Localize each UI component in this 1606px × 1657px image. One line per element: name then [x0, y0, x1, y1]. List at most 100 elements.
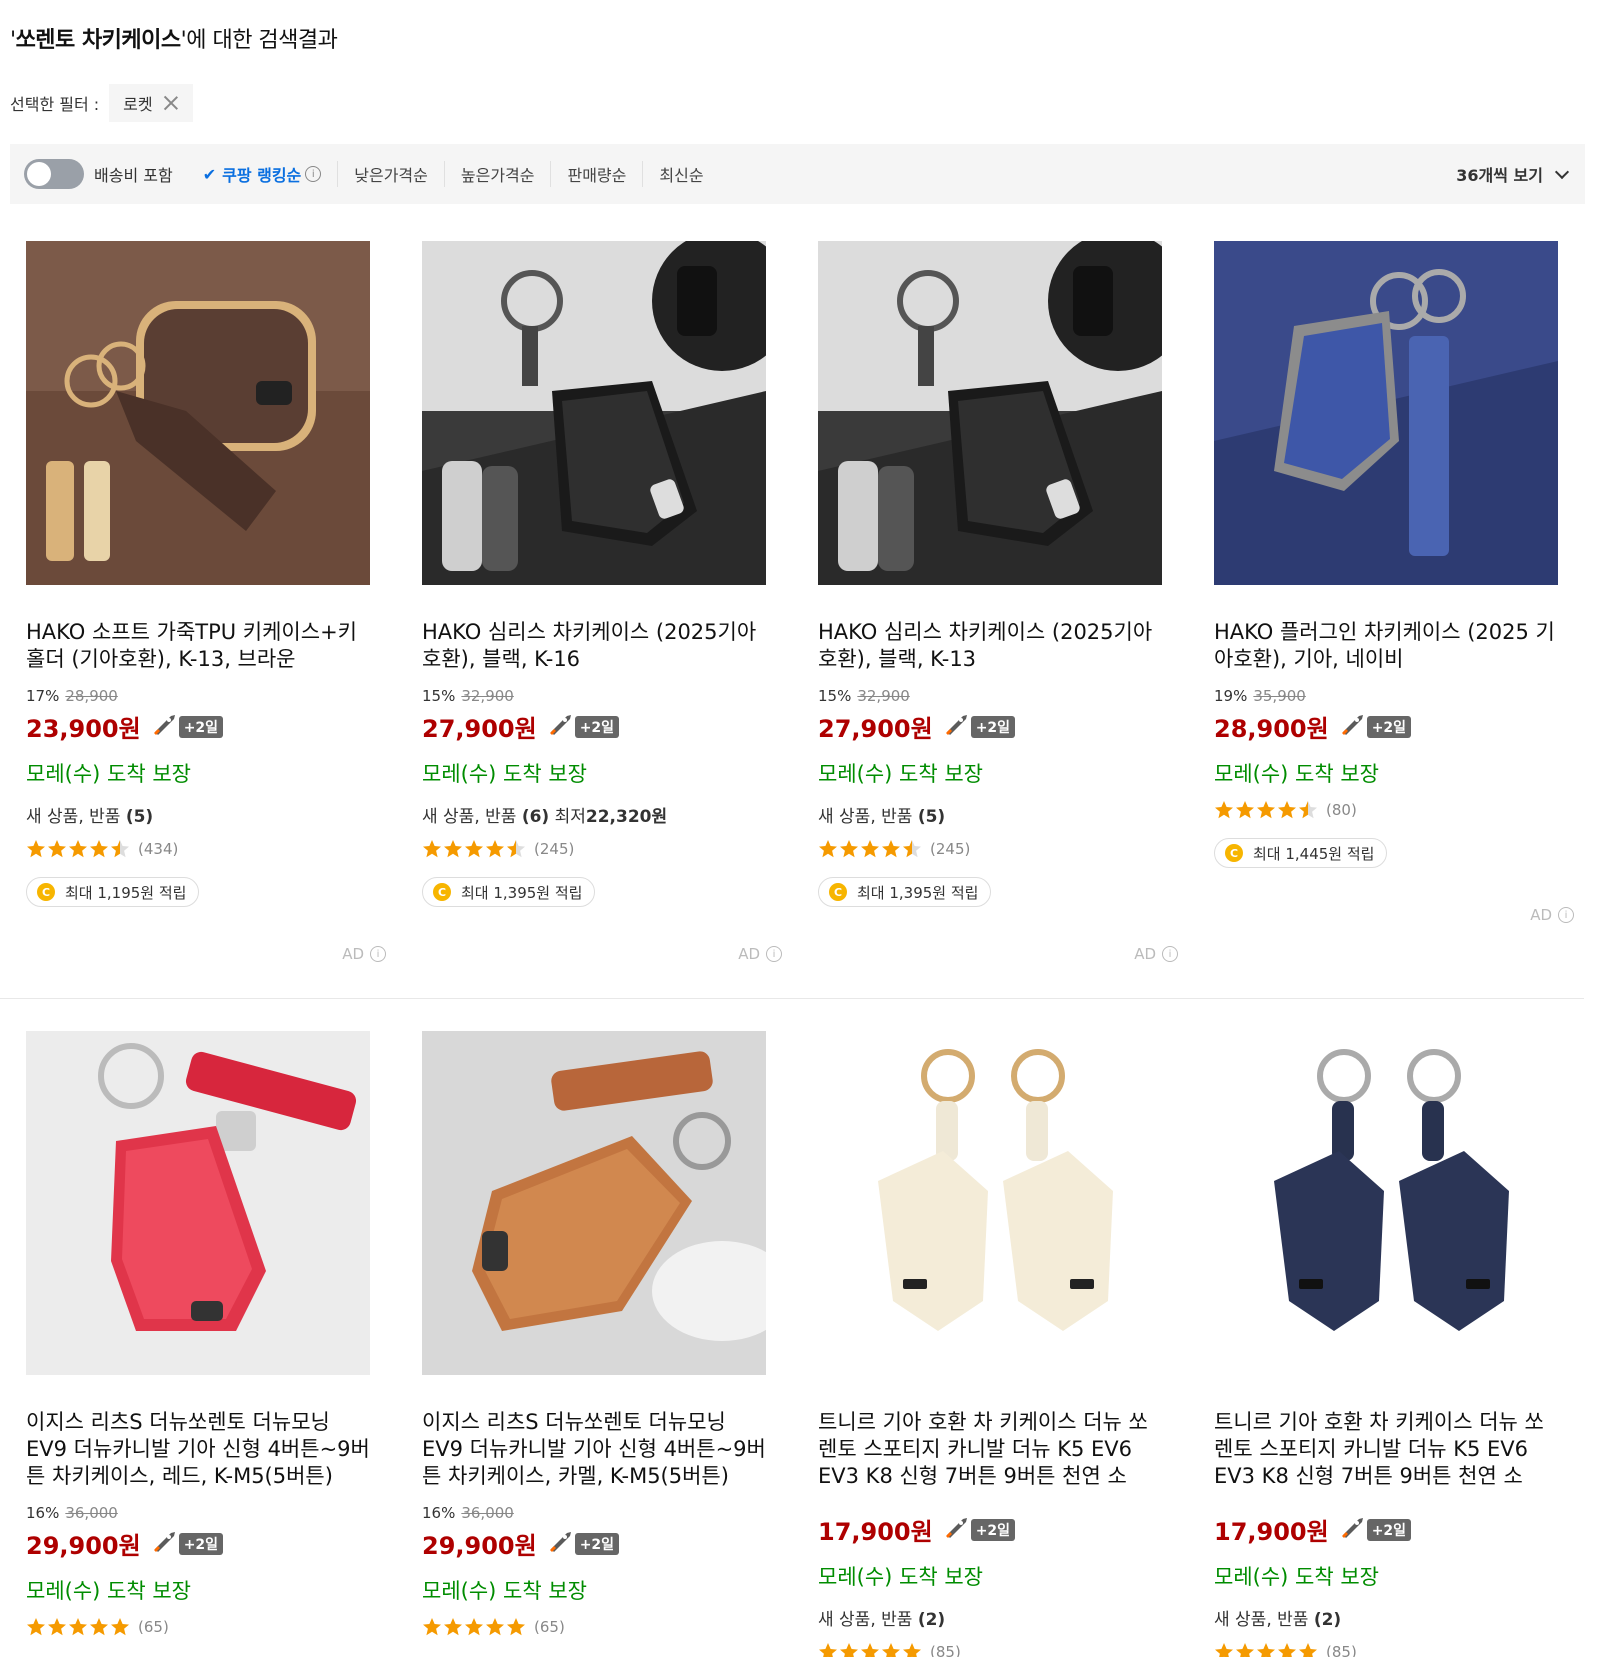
- rocket-icon: [141, 1531, 177, 1557]
- price-line: 17,900원 +2일: [818, 1512, 1162, 1547]
- selected-filters: 선택한 필터 : 로켓: [10, 84, 193, 122]
- sale-price: 23,900원: [26, 715, 141, 743]
- star-icon: [48, 1618, 66, 1636]
- reward-badge: C 최대 1,395원 적립: [818, 877, 992, 907]
- condition-count: (2): [917, 1610, 946, 1630]
- product-card[interactable]: 이지스 리츠S 더뉴쏘렌토 더뉴모닝 EV9 더뉴카니발 기아 신형 4버튼~9…: [26, 1031, 370, 1657]
- ad-label[interactable]: AD i: [342, 945, 386, 963]
- sort-option-high-price[interactable]: 높은가격순: [443, 161, 551, 187]
- condition-line[interactable]: 새 상품, 반품 (2): [818, 1605, 1162, 1630]
- rating: (85): [1214, 1642, 1558, 1657]
- star-icon: [90, 1618, 108, 1636]
- condition-line[interactable]: 새 상품, 반품 (2): [1214, 1605, 1558, 1630]
- arrival-guarantee: 모레(수) 도착 보장: [818, 762, 983, 786]
- rating-stars: [26, 1617, 130, 1637]
- star-icon: [1257, 1643, 1275, 1657]
- product-thumbnail[interactable]: [26, 1031, 370, 1375]
- filter-chip-rocket[interactable]: 로켓: [109, 84, 193, 122]
- product-name[interactable]: HAKO 플러그인 차키케이스 (2025 기아호환), 기아, 네이비: [1214, 619, 1558, 673]
- per-page-select[interactable]: 36개씩 보기: [1456, 162, 1570, 186]
- info-icon[interactable]: i: [1558, 907, 1574, 923]
- search-query: 쏘렌토 차키케이스: [15, 28, 182, 53]
- rating: (85): [818, 1642, 1162, 1657]
- product-thumbnail[interactable]: [818, 1031, 1162, 1375]
- star-icon: [69, 840, 87, 858]
- condition-line[interactable]: 새 상품, 반품 (6) 최저22,320원: [422, 802, 766, 827]
- star-icon: [1278, 801, 1296, 819]
- product-thumbnail[interactable]: [422, 1031, 766, 1375]
- delivery-badge: +2일: [970, 715, 1016, 738]
- product-thumbnail[interactable]: [1214, 241, 1558, 585]
- star-icon: [1257, 801, 1275, 819]
- product-name[interactable]: HAKO 심리스 차키케이스 (2025기아호환), 블랙, K-16: [422, 619, 766, 673]
- reward-text: 최대 1,445원 적립: [1253, 844, 1375, 863]
- close-icon[interactable]: [163, 95, 179, 111]
- star-icon: [903, 840, 921, 858]
- filter-chip-label: 로켓: [123, 95, 153, 114]
- ad-label[interactable]: AD i: [1134, 945, 1178, 963]
- info-icon[interactable]: i: [305, 166, 322, 182]
- product-card[interactable]: HAKO 심리스 차키케이스 (2025기아호환), 블랙, K-13 15% 32…: [818, 241, 1178, 967]
- product-thumbnail[interactable]: [1214, 1031, 1558, 1375]
- product-card[interactable]: HAKO 플러그인 차키케이스 (2025 기아호환), 기아, 네이비 19% 3…: [1214, 241, 1574, 967]
- coin-icon: C: [1225, 844, 1243, 862]
- condition-line[interactable]: 새 상품, 반품 (5): [818, 802, 1162, 827]
- product-card[interactable]: 트니르 기아 호환 차 키케이스 더뉴 쏘렌토 스포티지 카니발 더뉴 K5 E…: [1214, 1031, 1558, 1657]
- discount-line: 16% 36,000: [422, 1504, 766, 1522]
- product-name[interactable]: 이지스 리츠S 더뉴쏘렌토 더뉴모닝 EV9 더뉴카니발 기아 신형 4버튼~9…: [26, 1409, 370, 1490]
- arrival-guarantee: 모레(수) 도착 보장: [1214, 1565, 1379, 1589]
- rating-stars: [818, 1642, 922, 1657]
- condition-count: (2): [1313, 1610, 1342, 1630]
- product-thumbnail[interactable]: [26, 241, 370, 585]
- rating-count: (245): [930, 840, 971, 858]
- condition-line[interactable]: 새 상품, 반품 (5): [26, 802, 370, 827]
- price-line: 28,900원 +2일: [1214, 709, 1558, 744]
- product-name[interactable]: HAKO 소프트 가죽TPU 키케이스+키홀더 (기아호환), K-13, 브라…: [26, 619, 370, 673]
- sale-price: 27,900원: [422, 715, 537, 743]
- star-icon: [882, 1643, 900, 1657]
- sort-option-ranking[interactable]: ✔ 쿠팡 랭킹순 i: [187, 161, 338, 187]
- price-line: 29,900원 +2일: [422, 1526, 766, 1561]
- product-row-1: HAKO 소프트 가죽TPU 키케이스+키홀더 (기아호환), K-13, 브라…: [26, 241, 1574, 967]
- info-icon[interactable]: i: [370, 946, 386, 962]
- product-thumbnail[interactable]: [818, 241, 1162, 585]
- ad-text: AD: [1134, 945, 1156, 963]
- star-icon: [1299, 1643, 1317, 1657]
- product-name[interactable]: 이지스 리츠S 더뉴쏘렌토 더뉴모닝 EV9 더뉴카니발 기아 신형 4버튼~9…: [422, 1409, 766, 1490]
- sort-option-label: 쿠팡 랭킹순: [222, 166, 302, 185]
- product-thumbnail[interactable]: [422, 241, 766, 585]
- sort-option-newest[interactable]: 최신순: [642, 161, 719, 187]
- product-card[interactable]: HAKO 소프트 가죽TPU 키케이스+키홀더 (기아호환), K-13, 브라…: [26, 241, 386, 967]
- search-result-title: '쏘렌토 차키케이스'에 대한 검색결과: [10, 28, 338, 53]
- original-price: 32,900: [461, 687, 514, 705]
- shipping-fee-toggle[interactable]: [24, 159, 84, 189]
- ad-label[interactable]: AD i: [1530, 906, 1574, 924]
- product-name[interactable]: 트니르 기아 호환 차 키케이스 더뉴 쏘렌토 스포티지 카니발 더뉴 K5 E…: [1214, 1409, 1558, 1490]
- discount-rate: 15%: [422, 687, 456, 705]
- sort-option-low-price[interactable]: 낮은가격순: [337, 161, 444, 187]
- condition-prefix: 새 상품, 반품: [818, 807, 913, 827]
- shipping-fee-toggle-label[interactable]: 배송비 포함: [94, 162, 173, 186]
- star-icon: [1278, 1643, 1296, 1657]
- reward-badge: C 최대 1,195원 적립: [26, 877, 200, 907]
- info-icon[interactable]: i: [766, 946, 782, 962]
- ad-label[interactable]: AD i: [738, 945, 782, 963]
- original-price: 35,900: [1253, 687, 1306, 705]
- price-line: 27,900원 +2일: [422, 709, 766, 744]
- product-row-2: 이지스 리츠S 더뉴쏘렌토 더뉴모닝 EV9 더뉴카니발 기아 신형 4버튼~9…: [26, 1031, 1558, 1657]
- sort-option-sales[interactable]: 판매량순: [550, 161, 642, 187]
- product-card[interactable]: 이지스 리츠S 더뉴쏘렌토 더뉴모닝 EV9 더뉴카니발 기아 신형 4버튼~9…: [422, 1031, 766, 1657]
- rating: (245): [422, 839, 766, 859]
- star-icon: [69, 1618, 87, 1636]
- arrival-guarantee: 모레(수) 도착 보장: [26, 762, 191, 786]
- product-card[interactable]: HAKO 심리스 차키케이스 (2025기아호환), 블랙, K-16 15% 32…: [422, 241, 782, 967]
- product-card[interactable]: 트니르 기아 호환 차 키케이스 더뉴 쏘렌토 스포티지 카니발 더뉴 K5 E…: [818, 1031, 1162, 1657]
- star-icon: [90, 840, 108, 858]
- condition-prefix: 새 상품, 반품: [26, 807, 121, 827]
- product-name[interactable]: 트니르 기아 호환 차 키케이스 더뉴 쏘렌토 스포티지 카니발 더뉴 K5 E…: [818, 1409, 1162, 1490]
- product-name[interactable]: HAKO 심리스 차키케이스 (2025기아호환), 블랙, K-13: [818, 619, 1162, 673]
- star-icon: [1215, 1643, 1233, 1657]
- checkmark-icon: ✔: [202, 164, 217, 184]
- info-icon[interactable]: i: [1162, 946, 1178, 962]
- rating-stars: [1214, 800, 1318, 820]
